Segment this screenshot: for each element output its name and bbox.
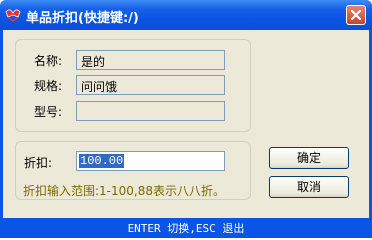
model-label: 型号: xyxy=(34,105,63,119)
title-bar[interactable]: 单品折扣(快捷键:/) xyxy=(0,0,372,30)
window-title: 单品折扣(快捷键:/) xyxy=(26,11,139,26)
model-field xyxy=(76,101,225,121)
discount-label: 折扣: xyxy=(24,156,53,170)
spec-label: 规格: xyxy=(34,79,63,93)
dialog-window: 单品折扣(快捷键:/) 名称: 是的 规格: 问问饿 型号: 折扣: 100.0… xyxy=(0,0,372,238)
close-button[interactable] xyxy=(346,5,366,25)
name-field: 是的 xyxy=(76,50,225,70)
discount-input-value: 100.00 xyxy=(79,154,125,168)
name-label: 名称: xyxy=(34,54,63,68)
discount-range-hint: 折扣输入范围:1-100,88表示八八折。 xyxy=(23,184,225,198)
close-icon xyxy=(350,9,362,21)
app-logo-icon xyxy=(5,9,21,22)
confirm-button[interactable]: 确定 xyxy=(269,147,349,169)
status-bar: ENTER 切换,ESC 退出 xyxy=(0,218,372,238)
cancel-button[interactable]: 取消 xyxy=(269,176,349,198)
dialog-body: 名称: 是的 规格: 问问饿 型号: 折扣: 100.00 折扣输入范围:1-1… xyxy=(3,30,369,218)
discount-input[interactable]: 100.00 xyxy=(76,151,225,171)
status-text: ENTER 切换,ESC 退出 xyxy=(127,222,245,235)
spec-field: 问问饿 xyxy=(76,75,225,95)
